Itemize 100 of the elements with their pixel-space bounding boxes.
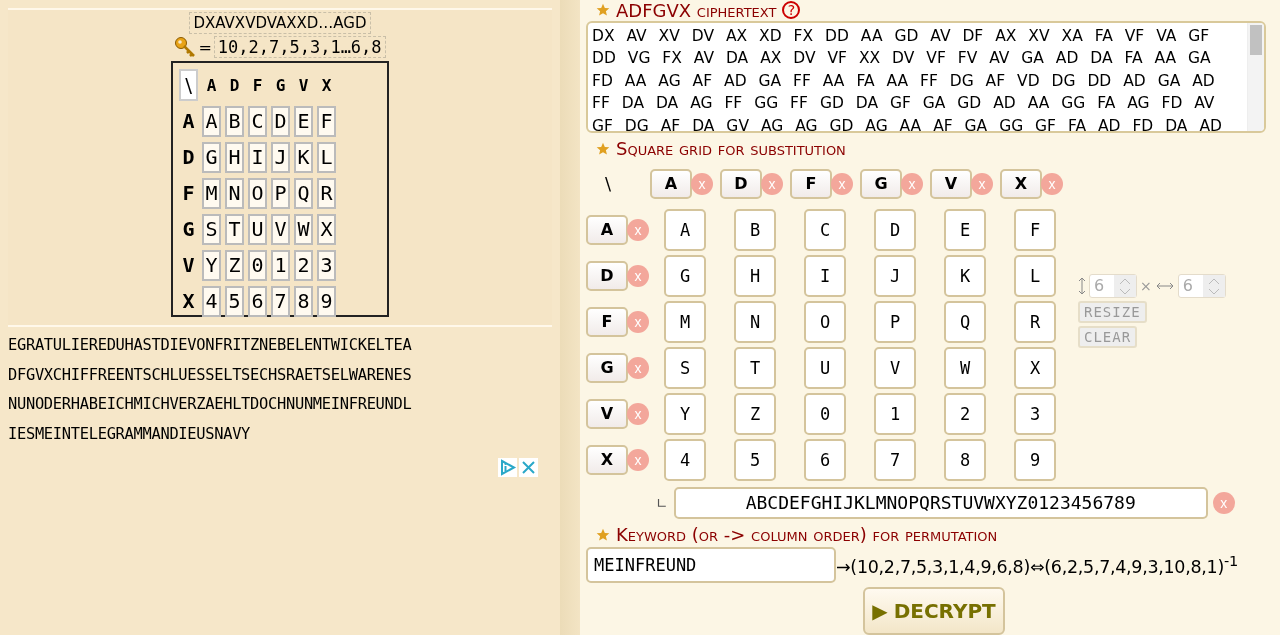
grid-cell: A: [202, 105, 221, 137]
grid-cell-field[interactable]: 8: [944, 438, 986, 481]
row-header-button[interactable]: D: [586, 260, 628, 291]
grid-cell-field[interactable]: 1: [874, 392, 916, 435]
row-header-button[interactable]: A: [586, 214, 628, 245]
column-header: G: [274, 74, 287, 97]
column-header-button[interactable]: F: [790, 168, 832, 199]
grid-cell-field[interactable]: H: [734, 254, 776, 297]
vertical-arrow-icon: [1078, 275, 1086, 296]
grid-cell: R: [317, 177, 336, 209]
grid-cell-field[interactable]: Z: [734, 392, 776, 435]
grid-cell: Q: [294, 177, 313, 209]
row-header-button[interactable]: F: [586, 306, 628, 337]
decrypt-button[interactable]: ▶ DECRYPT: [863, 586, 1005, 635]
column-header-button[interactable]: X: [1000, 168, 1042, 199]
ciphertext-line: FD AA AG AF AD GA FF AA FA AA FF DG AF VD DG DD AD GA AD: [592, 70, 1216, 92]
grid-cell-field[interactable]: Y: [664, 392, 706, 435]
grid-cell-field[interactable]: V: [874, 346, 916, 389]
grid-cell: 4: [202, 285, 221, 317]
grid-cell: I: [248, 141, 267, 173]
grid-cell: 0: [248, 249, 267, 281]
alphabet-field[interactable]: ABCDEFGHIJKLMNOPQRSTUVWXYZ0123456789: [673, 486, 1208, 519]
section-title: Keyword (or -> column order) for permutation: [616, 524, 998, 546]
grid-cell-field[interactable]: F: [1014, 208, 1056, 251]
grid-cell-field[interactable]: 2: [944, 392, 986, 435]
grid-cell: S: [202, 213, 221, 245]
key-preview: 10,2,7,5,3,1…6,8: [213, 36, 386, 58]
ciphertext-line: DX AV XV DV AX XD FX DD AA GD AV DF AX XV XA FA VF VA GF: [592, 26, 1211, 47]
star-icon: [596, 141, 610, 156]
grid-cell-field[interactable]: P: [874, 300, 916, 343]
section-title: Square grid for substitution: [616, 138, 846, 160]
grid-cell-field[interactable]: R: [1014, 300, 1056, 343]
grid-cell-field[interactable]: I: [804, 254, 846, 297]
row-header-button[interactable]: V: [586, 398, 628, 429]
grid-cell-field[interactable]: A: [664, 208, 706, 251]
grid-cell-field[interactable]: G: [664, 254, 706, 297]
star-icon: [596, 3, 610, 17]
column-header-button[interactable]: G: [860, 168, 902, 199]
grid-cell-field[interactable]: U: [804, 346, 846, 389]
grid-cell-field[interactable]: 3: [1014, 392, 1056, 435]
column-header: X: [320, 74, 333, 97]
grid-cell-field[interactable]: M: [664, 300, 706, 343]
grid-cell-field[interactable]: D: [874, 208, 916, 251]
keyword-field[interactable]: MEINFREUND: [586, 546, 836, 583]
grid-cell-field[interactable]: 0: [804, 392, 846, 435]
panel-splitter[interactable]: [560, 0, 580, 635]
grid-cell: B: [225, 105, 244, 137]
row-header: G: [181, 216, 196, 243]
column-order: →(10,2,7,5,3,1,4,9,6,8)⇔(6,2,5,7,4,9,3,10,8,1)$^{-1}$: [836, 552, 1238, 578]
column-header: D: [228, 74, 241, 97]
section-title: ADFGVX ciphertext: [616, 0, 777, 21]
grid-cell-field[interactable]: T: [734, 346, 776, 389]
row-header-button[interactable]: X: [586, 444, 628, 475]
grid-cell-field[interactable]: 7: [874, 438, 916, 481]
grid-cell-field[interactable]: N: [734, 300, 776, 343]
ciphertext-line: DD VG FX AV DA AX DV VF XX DV VF FV AV GA AD DA FA AA GA: [592, 48, 1212, 70]
grid-corner: \: [603, 173, 613, 195]
grid-cell-field[interactable]: Q: [944, 300, 986, 343]
row-header-button[interactable]: G: [586, 352, 628, 383]
scrollbar[interactable]: [1247, 23, 1264, 131]
grid-cell-field[interactable]: 6: [804, 438, 846, 481]
grid-cell: J: [271, 141, 290, 173]
grid-cell-field[interactable]: K: [944, 254, 986, 297]
equals-sign: =: [198, 37, 212, 57]
grid-corner: \: [179, 69, 198, 101]
row-header: V: [181, 252, 196, 279]
column-header-button[interactable]: A: [650, 168, 692, 199]
ciphertext-line: GF DG AF DA GV AG AG GD AG AA AF GA GG GF FA AD FD DA AD: [592, 115, 1223, 131]
help-button[interactable]: ?: [782, 1, 801, 19]
grid-cell-field[interactable]: W: [944, 346, 986, 389]
plaintext-line: IESMEINTELEGRAMMANDIEUSNAVY: [8, 423, 252, 445]
column-header-button[interactable]: V: [930, 168, 972, 199]
grid-cell: O: [248, 177, 267, 209]
column-header-button[interactable]: D: [720, 168, 762, 199]
ciphertext-field[interactable]: [586, 21, 1266, 133]
grid-cell: X: [317, 213, 336, 245]
grid-cell-field[interactable]: S: [664, 346, 706, 389]
grid-cell: E: [294, 105, 313, 137]
grid-cell: V: [271, 213, 290, 245]
grid-cell-field[interactable]: 5: [734, 438, 776, 481]
column-header: F: [251, 74, 264, 97]
grid-cell-field[interactable]: 9: [1014, 438, 1056, 481]
grid-cell: D: [271, 105, 290, 137]
grid-cell-field[interactable]: O: [804, 300, 846, 343]
ad-info-icon[interactable]: [498, 458, 517, 477]
column-header: A: [205, 74, 218, 97]
plaintext-line: DFGVXCHIFFREENTSCHLUESSELTSECHSRAETSELWARENES: [8, 364, 413, 386]
grid-cell-field[interactable]: E: [944, 208, 986, 251]
grid-cell-field[interactable]: L: [1014, 254, 1056, 297]
grid-cell-field[interactable]: B: [734, 208, 776, 251]
spinner-icon[interactable]: [1114, 274, 1136, 297]
grid-cell-field[interactable]: J: [874, 254, 916, 297]
grid-cell-field[interactable]: 4: [664, 438, 706, 481]
grid-cell: 6: [248, 285, 267, 317]
grid-cell: Y: [202, 249, 221, 281]
grid-cell: 9: [317, 285, 336, 317]
spinner-icon[interactable]: [1202, 274, 1225, 297]
close-icon[interactable]: [519, 458, 538, 477]
grid-cell-field[interactable]: X: [1014, 346, 1056, 389]
grid-cell-field[interactable]: C: [804, 208, 846, 251]
